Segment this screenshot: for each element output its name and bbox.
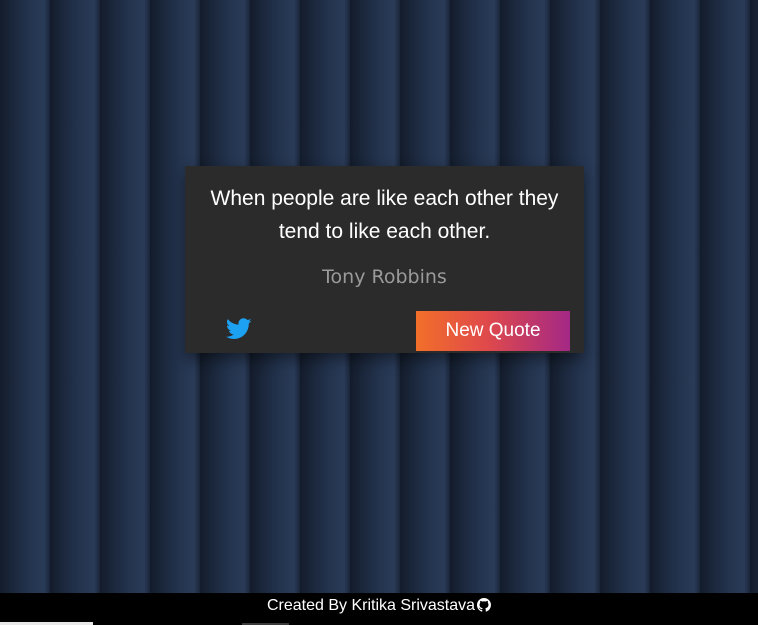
quote-card: When people are like each other they ten…	[185, 166, 584, 353]
footer-credit-line: Created By Kritika Srivastava	[0, 597, 758, 617]
twitter-icon	[226, 318, 252, 339]
quote-author: Tony Robbins	[322, 266, 447, 288]
footer: Created By Kritika Srivastava	[0, 593, 758, 625]
quote-text: When people are like each other they ten…	[210, 187, 559, 243]
new-quote-button[interactable]: New Quote	[416, 311, 570, 351]
tweet-button[interactable]	[226, 318, 254, 342]
footer-credit-text: Created By Kritika Srivastava	[266, 597, 476, 614]
github-icon[interactable]	[477, 598, 492, 617]
